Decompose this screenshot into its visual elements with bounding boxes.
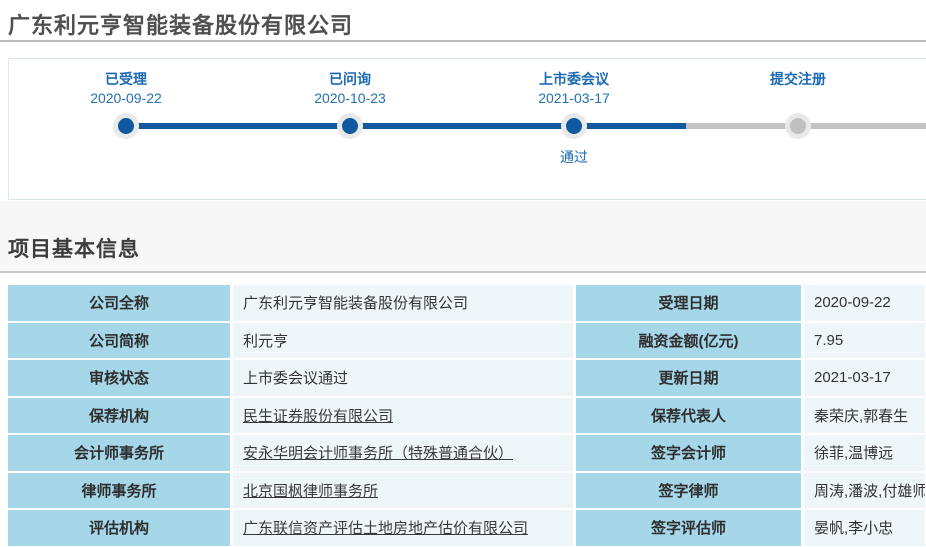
label-update-date: 更新日期 (576, 360, 801, 396)
sponsor-institution-link[interactable]: 民生证券股份有限公司 (243, 405, 393, 426)
accounting-firm-link[interactable]: 安永华明会计师事务所（特殊普通合伙） (243, 442, 513, 463)
stage-dot-registration (790, 118, 806, 134)
label-acceptance-date: 受理日期 (576, 285, 801, 321)
value-acceptance-date: 2020-09-22 (804, 285, 925, 321)
page: 广东利元亨智能装备股份有限公司 已受理 2020-09-22 已问询 2020-… (0, 0, 926, 547)
label-signing-accountants: 签字会计师 (576, 435, 801, 471)
label-signing-lawyers: 签字律师 (576, 473, 801, 509)
stage-date-committee: 2021-03-17 (494, 90, 654, 106)
value-law-firm: 北京国枫律师事务所 (233, 473, 573, 509)
value-update-date: 2021-03-17 (804, 360, 925, 396)
label-law-firm: 律师事务所 (8, 473, 230, 509)
label-company-full-name: 公司全称 (8, 285, 230, 321)
stage-date-accepted: 2020-09-22 (46, 90, 206, 106)
label-financing-amount: 融资金额(亿元) (576, 323, 801, 359)
title-divider (0, 40, 926, 42)
stage-date-inquired: 2020-10-23 (270, 90, 430, 106)
label-sponsor-representatives: 保荐代表人 (576, 398, 801, 434)
stage-dot-committee (566, 118, 582, 134)
stage-label-registration: 提交注册 (718, 69, 878, 89)
stage-dot-inquired (342, 118, 358, 134)
section-heading-band: 项目基本信息 (0, 201, 926, 273)
label-accounting-firm: 会计师事务所 (8, 435, 230, 471)
stage-label-committee: 上市委会议 (494, 69, 654, 89)
value-signing-accountants: 徐菲,温博远 (804, 435, 925, 471)
value-company-short-name: 利元亨 (233, 323, 573, 359)
ipo-timeline-panel: 已受理 2020-09-22 已问询 2020-10-23 上市委会议 2021… (8, 58, 926, 200)
value-signing-lawyers: 周涛,潘波,付雄师 (804, 473, 925, 509)
label-sponsor-institution: 保荐机构 (8, 398, 230, 434)
timeline-progress (126, 123, 686, 129)
page-title: 广东利元亨智能装备股份有限公司 (8, 8, 353, 40)
project-info-table: 公司全称 广东利元亨智能装备股份有限公司 受理日期 2020-09-22 公司简… (8, 285, 925, 546)
value-review-status: 上市委会议通过 (233, 360, 573, 396)
stage-dot-accepted (118, 118, 134, 134)
value-appraisal-institution: 广东联信资产评估土地房地产估价有限公司 (233, 510, 573, 546)
label-appraisal-institution: 评估机构 (8, 510, 230, 546)
label-signing-appraisers: 签字评估师 (576, 510, 801, 546)
section-heading: 项目基本信息 (8, 233, 140, 263)
stage-label-inquired: 已问询 (270, 69, 430, 89)
value-sponsor-institution: 民生证券股份有限公司 (233, 398, 573, 434)
value-sponsor-representatives: 秦荣庆,郭春生 (804, 398, 925, 434)
stage-note-passed: 通过 (494, 147, 654, 167)
stage-label-accepted: 已受理 (46, 69, 206, 89)
value-accounting-firm: 安永华明会计师事务所（特殊普通合伙） (233, 435, 573, 471)
law-firm-link[interactable]: 北京国枫律师事务所 (243, 480, 378, 501)
label-company-short-name: 公司简称 (8, 323, 230, 359)
value-signing-appraisers: 晏帆,李小忠 (804, 510, 925, 546)
appraisal-institution-link[interactable]: 广东联信资产评估土地房地产估价有限公司 (243, 517, 528, 538)
label-review-status: 审核状态 (8, 360, 230, 396)
value-financing-amount: 7.95 (804, 323, 925, 359)
value-company-full-name: 广东利元亨智能装备股份有限公司 (233, 285, 573, 321)
